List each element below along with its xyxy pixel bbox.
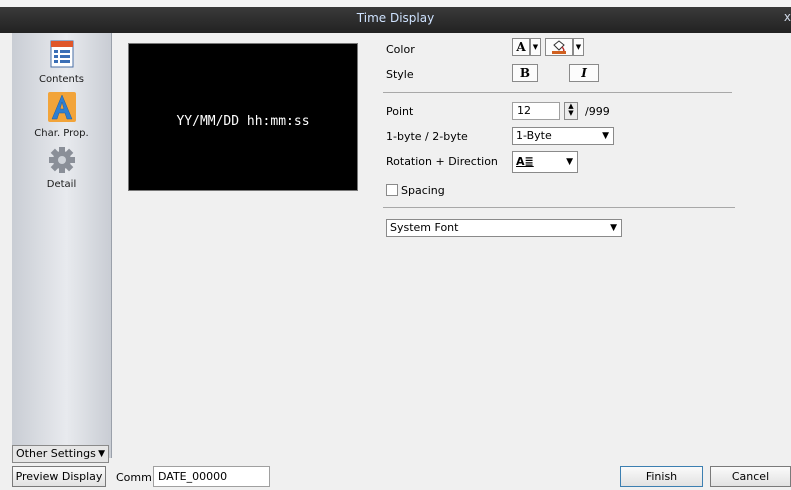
color-label: Color bbox=[386, 43, 415, 56]
preview-text: YY/MM/DD hh:mm:ss bbox=[176, 114, 310, 129]
background-color-dropdown[interactable]: ▼ bbox=[573, 38, 584, 56]
text-color-button[interactable]: A bbox=[512, 38, 530, 56]
bold-button[interactable]: B bbox=[512, 64, 538, 82]
title-bar: Time Display x bbox=[0, 0, 791, 33]
background-color-button[interactable] bbox=[545, 38, 573, 56]
sidebar-item-label: Detail bbox=[46, 179, 77, 190]
chevron-down-icon: ▼ bbox=[602, 131, 609, 141]
point-input[interactable]: 12 bbox=[512, 102, 560, 120]
spacing-label: Spacing bbox=[401, 184, 445, 197]
italic-button[interactable]: I bbox=[569, 64, 599, 82]
paint-bucket-icon bbox=[552, 40, 566, 54]
close-icon[interactable]: x bbox=[784, 10, 791, 24]
sidebar-item-contents[interactable]: Contents bbox=[12, 39, 111, 85]
divider bbox=[383, 207, 735, 208]
dialog-client: Contents Char. Prop. Detail Other Settin… bbox=[0, 33, 791, 490]
sidebar-item-detail[interactable]: Detail bbox=[12, 146, 111, 190]
preview-display-button[interactable]: Preview Display bbox=[12, 466, 106, 487]
style-label: Style bbox=[386, 68, 414, 81]
font-select[interactable]: System Font ▼ bbox=[386, 219, 622, 237]
contents-icon bbox=[50, 40, 73, 68]
divider bbox=[383, 92, 732, 93]
rotation-direction-icon: A≣ bbox=[516, 155, 534, 168]
point-spinner[interactable]: ▲ ▼ bbox=[564, 102, 578, 120]
rotation-label: Rotation + Direction bbox=[386, 155, 498, 168]
comm-input[interactable]: DATE_00000 bbox=[153, 466, 270, 487]
rotation-select[interactable]: A≣ ▼ bbox=[512, 151, 578, 173]
point-max: /999 bbox=[585, 105, 610, 118]
chevron-down-icon: ▼ bbox=[98, 449, 105, 459]
char-prop-icon bbox=[47, 92, 76, 122]
gear-icon bbox=[48, 147, 75, 173]
point-label: Point bbox=[386, 105, 414, 118]
other-settings-dropdown[interactable]: Other Settings ▼ bbox=[12, 445, 109, 463]
cancel-button[interactable]: Cancel bbox=[710, 466, 791, 487]
finish-button[interactable]: Finish bbox=[620, 466, 703, 487]
byte-label: 1-byte / 2-byte bbox=[386, 130, 468, 143]
chevron-down-icon: ▼ bbox=[566, 157, 573, 167]
other-settings-label: Other Settings bbox=[16, 447, 96, 460]
window-title: Time Display bbox=[356, 11, 435, 25]
text-color-dropdown[interactable]: ▼ bbox=[530, 38, 541, 56]
time-preview: YY/MM/DD hh:mm:ss bbox=[128, 43, 358, 191]
sidebar-item-label: Char. Prop. bbox=[34, 128, 89, 139]
chevron-down-icon: ▼ bbox=[610, 223, 617, 233]
spacing-checkbox[interactable] bbox=[386, 184, 398, 196]
chevron-down-icon: ▼ bbox=[532, 43, 539, 51]
sidebar-item-char-prop[interactable]: Char. Prop. bbox=[12, 91, 111, 139]
chevron-down-icon: ▼ bbox=[575, 43, 582, 51]
comm-label: Comm bbox=[116, 471, 152, 484]
byte-select[interactable]: 1-Byte ▼ bbox=[512, 127, 614, 145]
sidebar: Contents Char. Prop. Detail bbox=[12, 33, 112, 458]
sidebar-item-label: Contents bbox=[39, 74, 84, 85]
